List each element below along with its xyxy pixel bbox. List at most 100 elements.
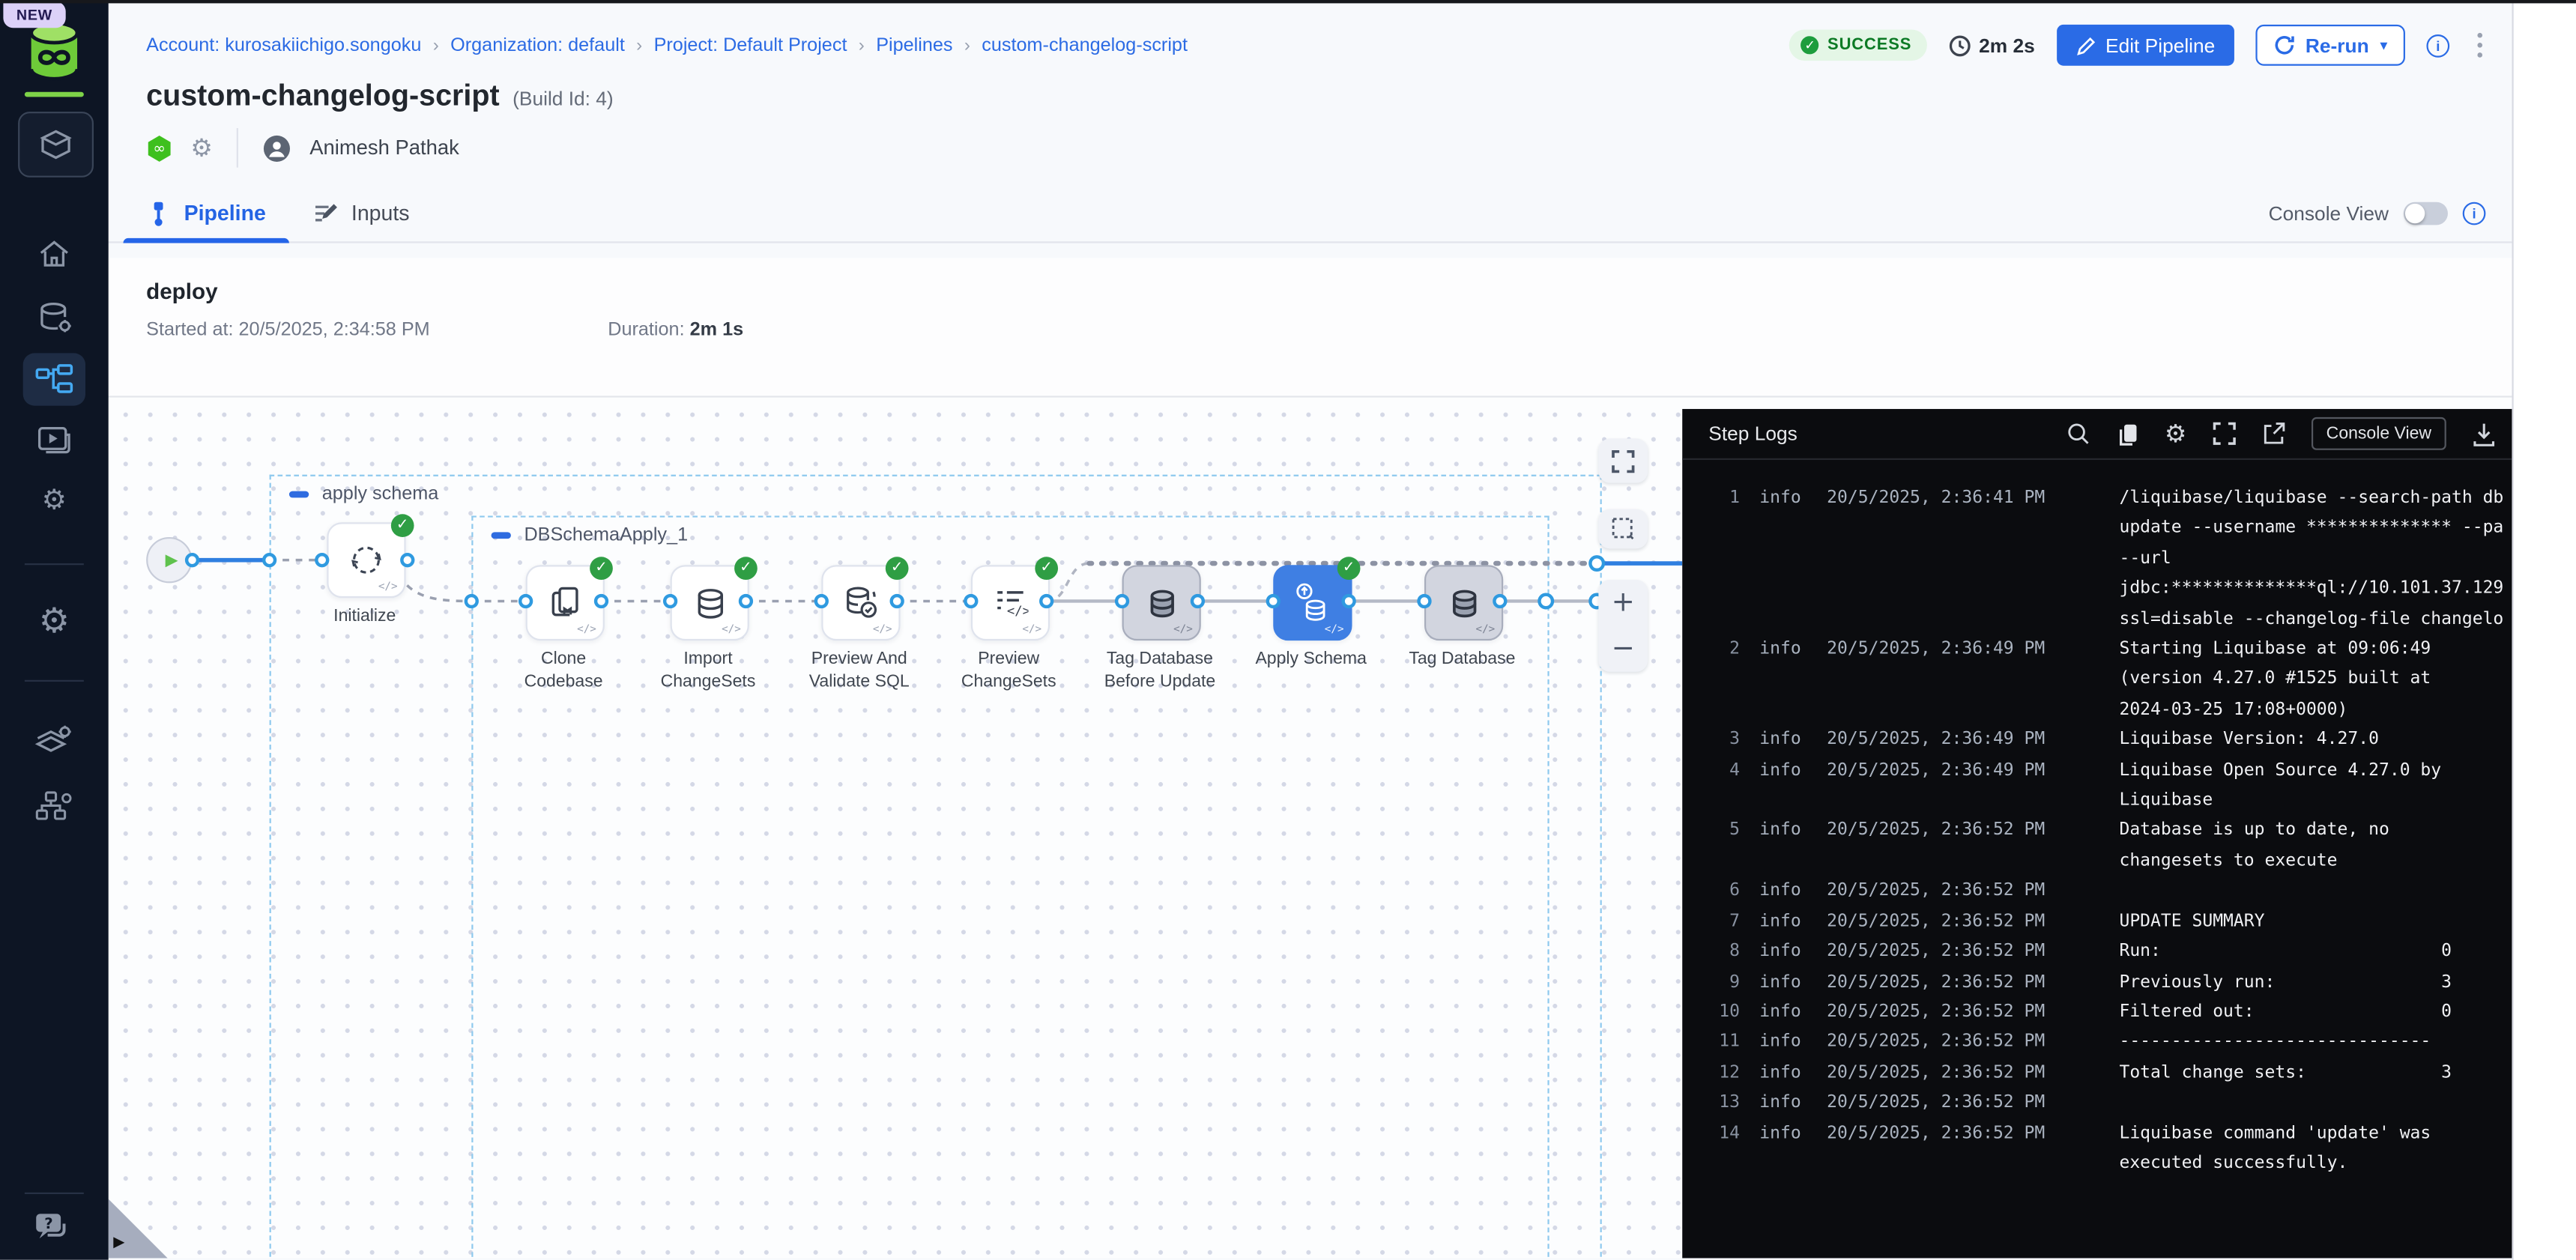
tab-inputs[interactable]: Inputs [312,184,409,242]
executions-icon [36,424,72,457]
log-console-view-button[interactable]: Console View [2312,417,2446,450]
log-line-number: 3 [1705,724,1740,754]
module-switcher-button[interactable] [18,112,94,178]
zoom-out-button[interactable]: − [1598,626,1648,671]
group-label[interactable]: DBSchemaApply_1 [524,526,688,545]
step-node-tag-database-before-update[interactable]: </> [1122,565,1201,640]
sidebar-item-configuration[interactable]: ⚙ [0,488,109,515]
chevron-down-icon[interactable]: ▾ [2380,37,2387,52]
log-message: Liquibase command 'update' wasexecuted s… [2119,1118,2509,1178]
inputs-tab-icon [312,202,338,225]
code-icon: </> [722,623,741,636]
canvas-marquee-select-button[interactable] [1598,509,1648,549]
database-icon [1144,586,1179,620]
step-node-preview-changesets[interactable]: </> ✓ </> [971,565,1050,640]
edit-pipeline-button[interactable]: Edit Pipeline [2056,25,2234,66]
log-message [2119,1088,2509,1118]
main-area: Account: kurosakiichigo.songoku›Organiza… [109,3,2512,1259]
breadcrumb-link[interactable]: Account: kurosakiichigo.songoku [146,36,421,55]
breadcrumb-link[interactable]: custom-changelog-script [982,36,1188,55]
success-check-icon: ✓ [734,557,758,580]
sidebar-item-databases[interactable] [0,299,109,336]
log-row: 2info20/5/2025, 2:36:49 PMStarting Liqui… [1705,634,2512,724]
clock-icon [1947,34,1971,57]
sidebar-item-flows[interactable] [0,723,109,759]
log-row: 7info20/5/2025, 2:36:52 PMUPDATE SUMMARY [1705,906,2512,936]
collapse-group-icon[interactable] [492,533,511,539]
breadcrumb-link[interactable]: Pipelines [876,36,952,55]
svg-text:?: ? [44,1215,52,1232]
group-label[interactable]: apply schema [322,485,439,504]
step-label: Preview And Validate SQL [799,649,920,693]
help-chat-button[interactable]: ? [33,1211,76,1247]
sidebar-item-orchestration[interactable] [0,788,109,824]
log-output[interactable]: 1info20/5/2025, 2:36:41 PM/liquibase/liq… [1682,460,2512,1178]
browser-edge-strip [0,0,2576,3]
liquibase-logo-icon [26,19,82,82]
log-fullscreen-button[interactable] [2213,422,2236,445]
page-title: custom-changelog-script [146,79,499,113]
log-open-in-new-button[interactable] [2262,422,2285,445]
canvas-fullscreen-button[interactable] [1598,438,1648,482]
rerun-button[interactable]: Re-run ▾ [2256,25,2405,66]
copy-icon [2115,421,2138,446]
database-icon [1447,586,1481,620]
pipeline-canvas[interactable]: apply schema DBSchemaApply_1 ▶ [109,398,2512,1259]
stage-name: deploy [146,258,2512,303]
canvas-collapse-handle[interactable]: ▶ [113,1235,124,1252]
log-download-button[interactable] [2473,421,2496,446]
log-settings-button[interactable]: ⚙ [2165,421,2186,446]
canvas-zoom-controls: + − [1598,580,1648,672]
gear-icon[interactable]: ⚙ [190,136,212,160]
total-duration: 2m 2s [1947,34,2034,57]
sidebar-item-pipelines[interactable] [23,353,85,405]
log-timestamp: 20/5/2025, 2:36:52 PM [1827,997,2065,1027]
code-icon: </> [873,623,892,636]
log-copy-button[interactable] [2115,421,2138,446]
sidebar-item-home[interactable] [0,237,109,273]
info-icon[interactable]: i [2426,34,2449,57]
header-actions: ✓ SUCCESS 2m 2s Edit Pi [1790,25,2489,66]
log-timestamp: 20/5/2025, 2:36:52 PM [1827,1057,2065,1087]
log-timestamp: 20/5/2025, 2:36:49 PM [1827,634,2065,664]
log-row: 11info20/5/2025, 2:36:52 PM-------------… [1705,1027,2512,1057]
step-label: Clone Codebase [503,649,624,693]
tab-pipeline[interactable]: Pipeline [146,184,266,242]
search-icon [2066,422,2089,445]
log-search-button[interactable] [2066,422,2089,445]
stage-duration: Duration: 2m 1s [608,321,743,340]
collapse-group-icon[interactable] [289,491,309,497]
log-level: info [1759,936,1802,966]
pipeline-start-node[interactable]: ▶ [146,537,192,583]
step-node-preview-and-validate-sql[interactable]: ✓ </> [821,565,900,640]
divider [238,128,239,168]
console-view-toggle[interactable] [2404,202,2448,225]
log-row: 13info20/5/2025, 2:36:52 PM [1705,1088,2512,1118]
step-node-initialize[interactable]: ✓ </> [327,522,405,598]
log-line-number: 2 [1705,634,1740,664]
pipeline-tab-icon [146,199,171,225]
user-avatar-icon [264,134,291,162]
step-node-import-changesets[interactable]: ✓ </> [671,565,749,640]
step-node-tag-database[interactable]: </> [1424,565,1503,640]
log-timestamp: 20/5/2025, 2:36:52 PM [1827,1027,2065,1057]
zoom-in-button[interactable]: + [1598,580,1648,626]
step-node-apply-schema[interactable]: ✓ </> [1273,565,1352,640]
log-line-number: 8 [1705,936,1740,966]
log-level: info [1759,483,1802,513]
database-gear-icon [35,299,73,336]
step-node-clone-codebase[interactable]: ✓ </> [526,565,605,640]
log-timestamp: 20/5/2025, 2:36:52 PM [1827,816,2065,846]
kebab-menu-button[interactable] [2471,29,2489,61]
breadcrumb-link[interactable]: Project: Default Project [654,36,847,55]
sidebar-item-settings[interactable]: ⚙ [0,605,109,639]
sidebar-item-executions[interactable] [0,424,109,457]
code-icon: </> [1022,623,1041,636]
log-timestamp: 20/5/2025, 2:36:52 PM [1827,876,2065,906]
log-message: /liquibase/liquibase --search-path dbupd… [2119,483,2509,634]
right-rail [2512,3,2576,1259]
log-row: 14info20/5/2025, 2:36:52 PMLiquibase com… [1705,1118,2512,1178]
info-icon[interactable]: i [2463,202,2486,225]
external-link-icon [2262,422,2285,445]
breadcrumb-link[interactable]: Organization: default [450,36,625,55]
